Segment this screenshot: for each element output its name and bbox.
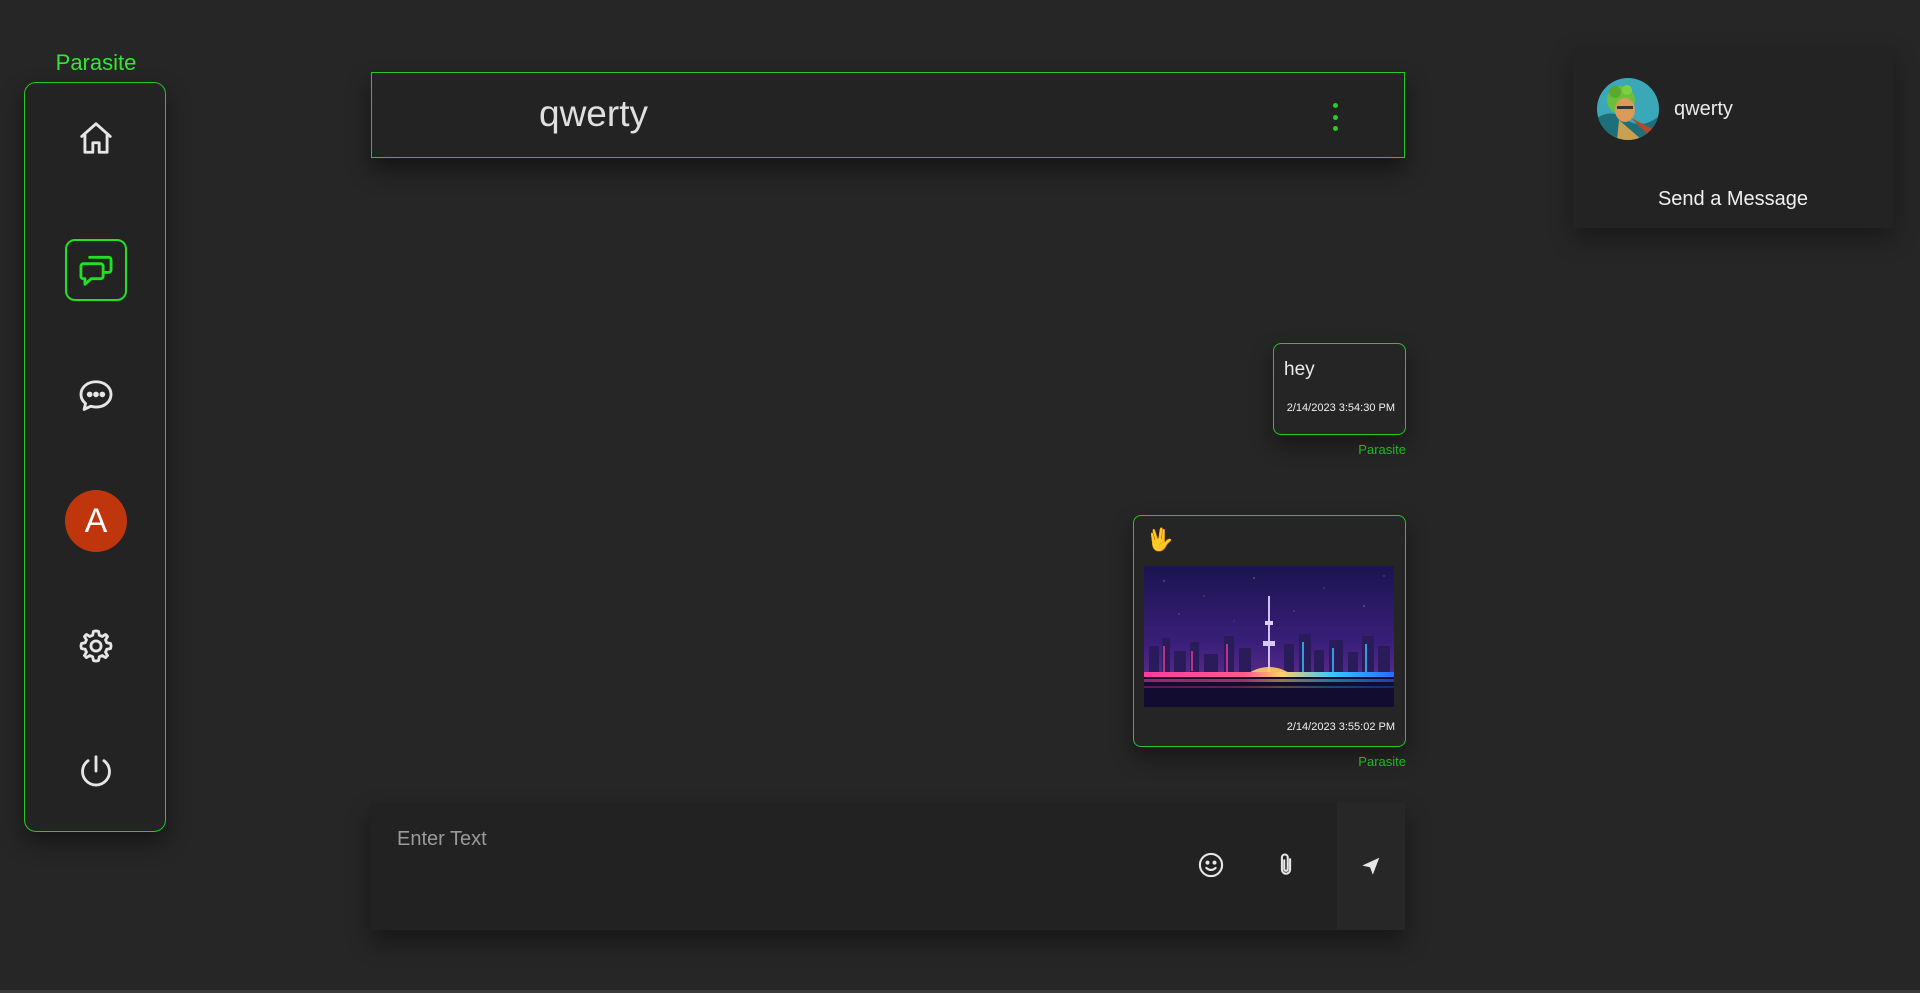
message-bubble: hey 2/14/2023 3:54:30 PM [1273,343,1406,435]
contact-avatar[interactable] [1597,78,1659,140]
sidebar-item-chats[interactable] [65,239,127,301]
sidebar: A [24,82,166,832]
home-icon [80,122,112,154]
more-options-icon[interactable] [1330,103,1340,131]
gear-icon [79,629,113,663]
message-timestamp: 2/14/2023 3:54:30 PM [1286,402,1395,414]
speech-bubble-icon [79,380,113,411]
sidebar-item-messages[interactable] [65,365,127,427]
message-composer [371,802,1405,930]
sidebar-item-settings[interactable] [65,615,127,677]
contact-panel: qwerty Send a Message [1573,48,1893,228]
paperclip-icon [1280,853,1292,875]
message-timestamp: 2/14/2023 3:55:02 PM [1286,721,1395,733]
message-text: hey [1284,359,1315,380]
chat-title: qwerty [539,93,648,134]
smile-icon [1198,852,1224,878]
message-input[interactable] [395,818,999,860]
send-button[interactable] [1337,802,1405,930]
chat-header: qwerty [371,72,1405,158]
message-image[interactable] [1144,566,1394,707]
message-emoji: 🖖 [1146,527,1174,552]
app-title: Parasite [55,50,137,75]
chats-icon [79,255,113,286]
contact-name: qwerty [1674,98,1733,120]
sidebar-item-logout[interactable] [65,740,127,802]
message-sender: Parasite [1358,754,1406,769]
sidebar-item-home[interactable] [65,107,127,169]
power-icon [81,755,111,787]
send-message-button[interactable]: Send a Message [1573,188,1893,211]
send-icon [1362,857,1380,875]
message-bubble: 🖖 2/14/2023 3:55:02 PM [1133,515,1406,747]
emoji-button[interactable] [1196,850,1226,880]
avatar: A [65,490,127,552]
message-sender: Parasite [1358,442,1406,457]
attach-button[interactable] [1271,850,1301,880]
sidebar-item-profile[interactable]: A [65,490,127,552]
